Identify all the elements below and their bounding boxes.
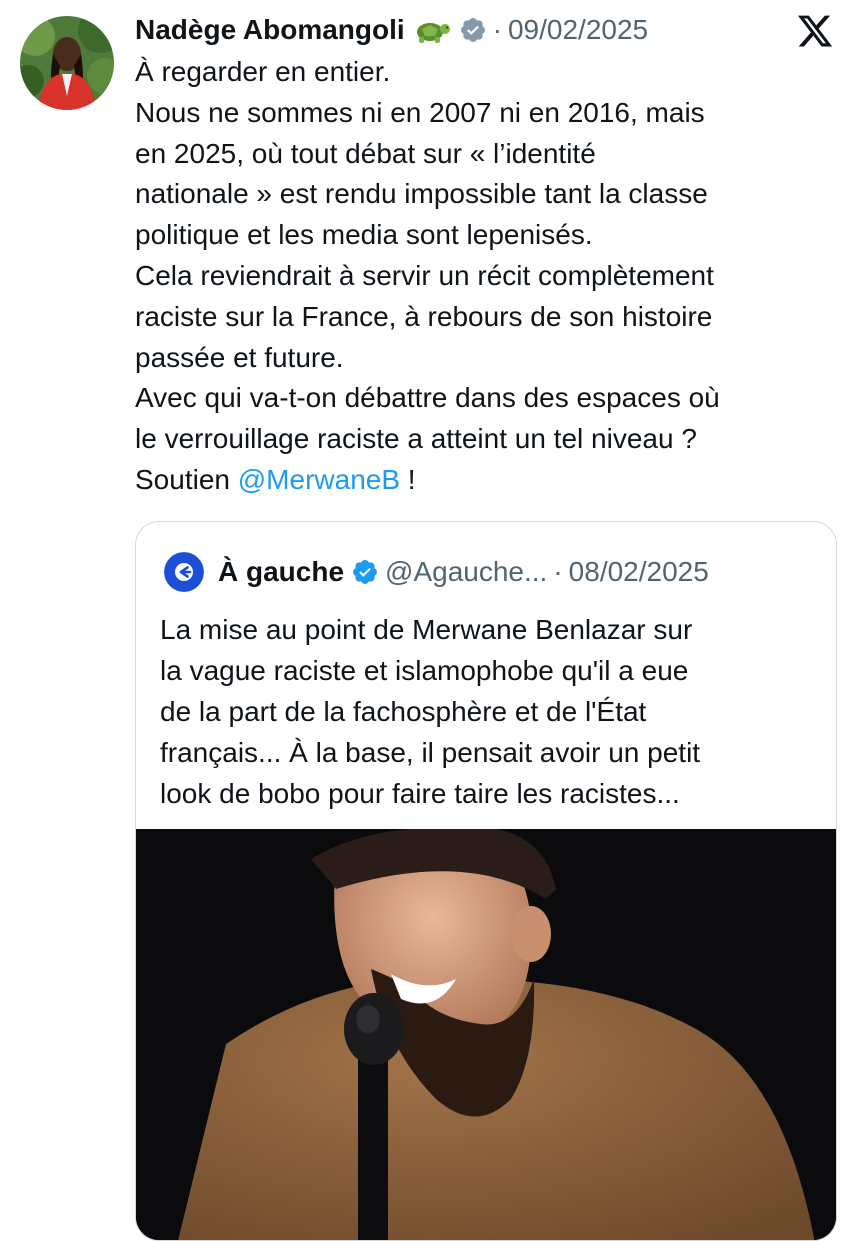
quoted-line: français... À la base, il pensait avoir … bbox=[160, 737, 701, 768]
tweet-line: passée et future. bbox=[135, 341, 344, 373]
quoted-line: la vague raciste et islamophobe qu'il a … bbox=[160, 655, 689, 686]
verified-badge-icon bbox=[460, 18, 485, 42]
tweet-line: À regarder en entier. bbox=[135, 56, 391, 87]
mention-link[interactable]: @MerwaneB bbox=[238, 464, 400, 495]
tweet-line: Cela reviendrait à servir un récit compl… bbox=[135, 259, 714, 291]
quoted-author-handle[interactable]: @Agauche... bbox=[385, 556, 547, 588]
quoted-line: La mise au point de Merwane Benlazar sur bbox=[160, 614, 693, 645]
turtle-icon bbox=[416, 23, 450, 43]
verified-badge-icon bbox=[353, 560, 377, 584]
author-name[interactable]: Nadège Abomangoli bbox=[135, 14, 405, 46]
tweet-line: nationale » est rendu impossible tant la… bbox=[135, 178, 708, 210]
tweet-line: en 2025, où tout débat sur « l’identité bbox=[135, 137, 596, 169]
quoted-video-thumbnail[interactable] bbox=[136, 829, 836, 1240]
author-avatar[interactable] bbox=[20, 16, 114, 110]
tweet-line-mention: Soutien @MerwaneB ! bbox=[135, 460, 835, 501]
x-logo-icon[interactable] bbox=[796, 12, 834, 50]
quoted-date[interactable]: 08/02/2025 bbox=[569, 556, 709, 588]
quoted-line: look de bobo pour faire taire les racist… bbox=[160, 778, 680, 809]
quoted-tweet-card[interactable]: À gauche @Agauche... · 08/02/2025 La mis… bbox=[135, 521, 837, 1241]
tweet-line: Avec qui va-t-on débattre dans des espac… bbox=[135, 382, 720, 414]
video-frame-image bbox=[136, 829, 836, 1240]
tweet-date[interactable]: 09/02/2025 bbox=[508, 14, 648, 46]
quoted-line: de la part de la fachosphère et de l'Éta… bbox=[160, 696, 647, 727]
tweet-line: le verrouillage raciste a atteint un tel… bbox=[135, 423, 697, 455]
quoted-tweet-body: La mise au point de Merwane Benlazar sur… bbox=[160, 609, 700, 814]
tweet-line: raciste sur la France, à rebours de son … bbox=[135, 300, 713, 332]
tweet-body: À regarder en entier. Nous ne sommes ni … bbox=[135, 52, 835, 501]
mention-suffix: ! bbox=[400, 463, 416, 495]
quoted-date-separator: · bbox=[553, 556, 563, 587]
mention-prefix: Soutien bbox=[135, 463, 238, 495]
quoted-avatar-logo[interactable] bbox=[164, 552, 204, 592]
tweet-line: Nous ne sommes ni en 2007 ni en 2016, ma… bbox=[135, 96, 705, 128]
tweet-date-separator: · bbox=[492, 14, 502, 45]
quoted-tweet-header: À gauche @Agauche... · 08/02/2025 bbox=[164, 552, 709, 592]
tweet-line: politique et les media sont lepenisés. bbox=[135, 219, 593, 251]
avatar-image bbox=[20, 16, 114, 110]
quoted-author-name[interactable]: À gauche bbox=[218, 556, 344, 588]
tweet-header: Nadège Abomangoli · 09/02/2025 bbox=[135, 10, 648, 50]
